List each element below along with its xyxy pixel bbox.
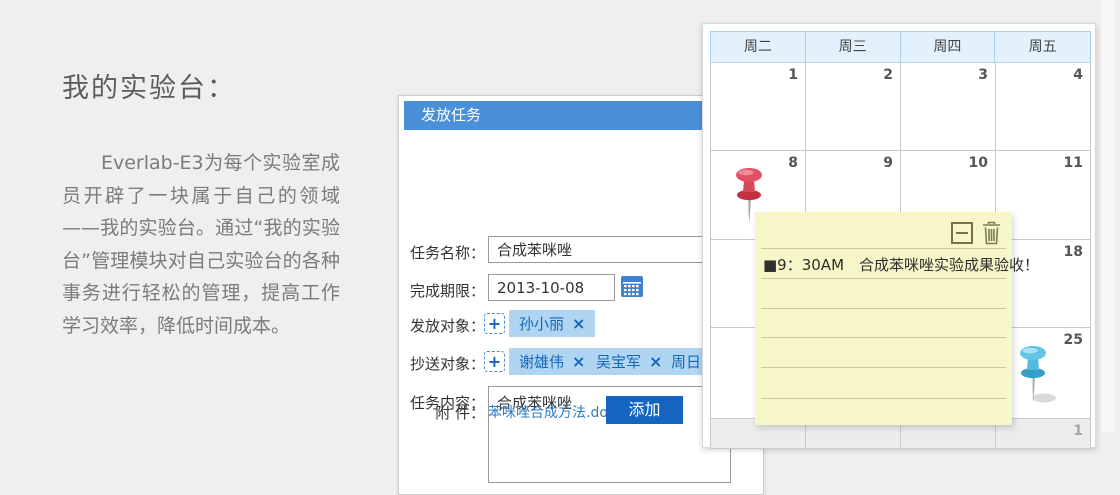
task-name-input[interactable] (488, 236, 731, 263)
cc-chip-label: 周日 (671, 353, 702, 371)
calendar-day-cell[interactable]: 4 (996, 63, 1091, 151)
minus-icon (956, 232, 968, 234)
cc-chip: 谢雄伟 × (509, 348, 596, 375)
add-assignee-button[interactable]: + (484, 313, 505, 334)
cc-chip: 吴宝军 × (586, 348, 673, 375)
intro-paragraph: Everlab-E3为每个实验室成员开辟了一块属于自己的领域——我的实验台。通过… (62, 152, 340, 337)
attachment-label: 附 件： (435, 404, 485, 422)
add-attachment-button[interactable]: 添加 (606, 396, 683, 424)
cc-chip-label: 吴宝军 (596, 353, 642, 371)
date-number: 4 (1073, 67, 1083, 83)
intro-section: 我的实验台： Everlab-E3为每个实验室成员开辟了一块属于自己的领域——我… (62, 66, 340, 342)
date-picker-calendar-icon[interactable] (620, 274, 644, 298)
deadline-input[interactable] (488, 274, 615, 301)
date-number: 1 (788, 67, 798, 83)
weekday-header-thu: 周四 (900, 32, 996, 62)
assignee-chip: 孙小丽 × (509, 310, 596, 337)
right-edge-panel (1101, 0, 1114, 432)
calendar-day-cell[interactable]: 2 (806, 63, 901, 151)
page-title: 我的实验台： (62, 73, 236, 104)
weekday-header-tue: 周二 (711, 32, 806, 62)
cc-chip-label: 谢雄伟 (519, 353, 565, 371)
calendar-day-cell[interactable]: 3 (901, 63, 996, 151)
weekday-header-wed: 周三 (805, 32, 901, 62)
note-rule-line (761, 248, 1006, 249)
assignees-label: 发放对象： (409, 317, 485, 335)
minimize-note-button[interactable] (951, 222, 973, 244)
date-number: 11 (1063, 155, 1083, 171)
calendar-weekday-header: 周二 周三 周四 周五 (710, 31, 1091, 62)
note-event-text: ■9：30AM 合成苯咪唑实验成果验收！ (763, 256, 1040, 274)
blue-pushpin-icon (1012, 344, 1058, 410)
note-rule-line (761, 278, 1006, 279)
date-number: 2 (883, 67, 893, 83)
date-number: 9 (883, 155, 893, 171)
remove-assignee-icon[interactable]: × (572, 314, 585, 333)
dialog-title: 发放任务 (421, 106, 482, 124)
assignee-chip-label: 孙小丽 (519, 315, 565, 333)
attachment-file-link[interactable]: 苯咪唑合成方法.docx (488, 402, 624, 422)
trash-icon[interactable] (982, 221, 1001, 245)
sticky-note[interactable]: ■9：30AM 合成苯咪唑实验成果验收！ (755, 212, 1039, 425)
plus-icon: + (487, 314, 502, 333)
calendar-day-cell[interactable]: 1 (711, 63, 806, 151)
note-rule-line (761, 308, 1006, 309)
add-cc-button[interactable]: + (484, 351, 505, 372)
note-rule-line (761, 367, 1006, 368)
task-name-label: 任务名称： (409, 244, 485, 262)
note-rule-line (761, 398, 1006, 399)
date-number: 10 (968, 155, 988, 171)
date-number: 3 (978, 67, 988, 83)
remove-cc-icon[interactable]: × (572, 352, 585, 371)
plus-icon: + (487, 352, 502, 371)
weekday-header-fri: 周五 (995, 32, 1090, 62)
note-rule-line (761, 337, 1006, 338)
red-pushpin-icon (728, 166, 770, 232)
deadline-label: 完成期限： (409, 282, 485, 300)
cc-label: 抄送对象： (409, 355, 485, 373)
